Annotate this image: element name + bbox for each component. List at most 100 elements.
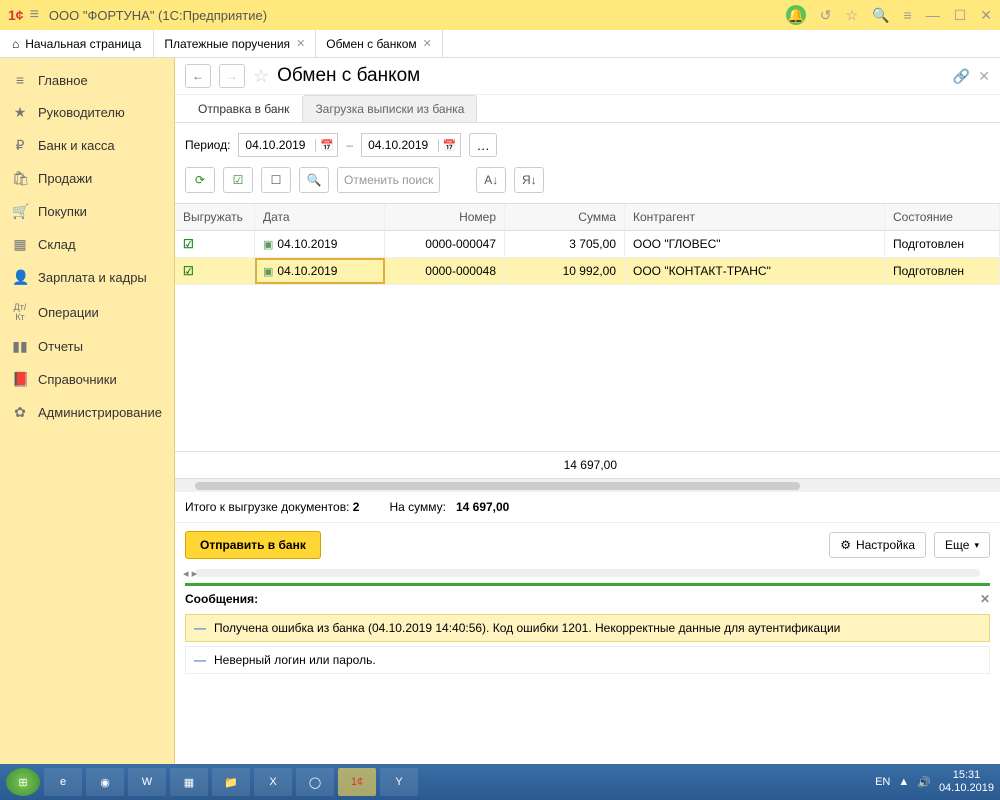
taskbar-ie-icon[interactable]: e [44, 768, 82, 796]
send-to-bank-button[interactable]: Отправить в банк [185, 531, 321, 559]
favorite-icon[interactable]: ☆ [846, 7, 859, 24]
table-row[interactable]: ☑ ▣04.10.2019 0000-000047 3 705,00 ООО "… [175, 231, 1000, 258]
cell-date: 04.10.2019 [277, 264, 337, 278]
sidebar-item-main[interactable]: ≡Главное [0, 64, 174, 96]
taskbar-chrome-icon[interactable]: ◉ [86, 768, 124, 796]
table-row[interactable]: ☑ ▣04.10.2019 0000-000048 10 992,00 ООО … [175, 258, 1000, 285]
sidebar-item-label: Операции [38, 305, 99, 320]
clock-time: 15:31 [939, 769, 994, 782]
sidebar-item-bank[interactable]: ₽Банк и касса [0, 129, 174, 162]
taskbar-app-icon[interactable]: ▦ [170, 768, 208, 796]
taskbar-word-icon[interactable]: W [128, 768, 166, 796]
taskbar-clock[interactable]: 15:31 04.10.2019 [939, 769, 994, 795]
minimize-icon[interactable]: — [926, 7, 940, 23]
menu-icon[interactable]: ≡ [30, 6, 39, 24]
tab-close-icon[interactable]: ✕ [423, 37, 432, 50]
tab-label: Платежные поручения [164, 37, 290, 51]
taskbar-1c-icon[interactable]: 1¢ [338, 768, 376, 796]
more-button[interactable]: Еще ▾ [934, 532, 990, 558]
cell-number: 0000-000048 [385, 258, 505, 284]
language-indicator[interactable]: EN [875, 776, 890, 788]
subtab-load-statement[interactable]: Загрузка выписки из банка [302, 95, 477, 122]
cancel-search-button[interactable]: Отменить поиск [337, 167, 440, 193]
tab-bank-exchange[interactable]: Обмен с банком ✕ [316, 30, 443, 57]
taskbar-yandex-icon[interactable]: Y [380, 768, 418, 796]
collapse-icon[interactable]: ◂ ▸ [183, 567, 197, 580]
taskbar-excel-icon[interactable]: X [254, 768, 292, 796]
tab-payment-orders[interactable]: Платежные поручения ✕ [154, 30, 316, 57]
windows-taskbar: ⊞ e ◉ W ▦ 📁 X ◯ 1¢ Y EN ▲ 🔊 15:31 04.10.… [0, 764, 1000, 800]
date-to-input[interactable]: 📅 [361, 133, 461, 157]
date-to-field[interactable] [362, 138, 438, 152]
message-item[interactable]: — Неверный логин или пароль. [185, 646, 990, 674]
ruble-icon: ₽ [12, 137, 28, 154]
col-number[interactable]: Номер [385, 204, 505, 230]
refresh-button[interactable]: ⟳ [185, 167, 215, 193]
date-from-input[interactable]: 📅 [238, 133, 338, 157]
sort-az-button[interactable]: A↓ [476, 167, 506, 193]
sidebar-item-reports[interactable]: ▮▮Отчеты [0, 330, 174, 363]
sidebar-item-purchases[interactable]: 🛒Покупки [0, 195, 174, 228]
sidebar-item-sales[interactable]: 🛍Продажи [0, 162, 174, 195]
history-icon[interactable]: ↺ [820, 7, 832, 24]
nav-forward-button[interactable]: → [219, 64, 245, 88]
sidebar-item-operations[interactable]: Дт/КтОперации [0, 294, 174, 330]
calendar-icon[interactable]: 📅 [438, 139, 460, 152]
sidebar-item-directories[interactable]: 📕Справочники [0, 363, 174, 396]
taskbar-app-icon[interactable]: ◯ [296, 768, 334, 796]
date-from-field[interactable] [239, 138, 315, 152]
checkbox-checked-icon[interactable]: ☑ [183, 264, 194, 278]
period-picker-button[interactable]: … [469, 133, 497, 157]
maximize-icon[interactable]: ☐ [954, 7, 967, 24]
message-item[interactable]: — Получена ошибка из банка (04.10.2019 1… [185, 614, 990, 642]
notification-icon[interactable]: 🔔 [786, 5, 806, 25]
sidebar-item-manager[interactable]: ★Руководителю [0, 96, 174, 129]
start-button[interactable]: ⊞ [6, 768, 40, 796]
tab-close-icon[interactable]: ✕ [296, 37, 305, 50]
cell-sum: 3 705,00 [505, 231, 625, 257]
col-export[interactable]: Выгружать [175, 204, 255, 230]
grid-body: ☑ ▣04.10.2019 0000-000047 3 705,00 ООО "… [175, 231, 1000, 451]
nav-back-button[interactable]: ← [185, 64, 211, 88]
filter-icon[interactable]: ≡ [904, 7, 912, 23]
home-tab[interactable]: ⌂ Начальная страница [0, 30, 154, 57]
check-all-button[interactable]: ☑ [223, 167, 253, 193]
cell-contractor: ООО "КОНТАКТ-ТРАНС" [625, 258, 885, 284]
find-button[interactable]: 🔍 [299, 167, 329, 193]
col-date[interactable]: Дата [255, 204, 385, 230]
splitter[interactable]: ◂ ▸ [175, 567, 1000, 579]
gear-icon: ⚙ [840, 538, 851, 552]
messages-close-icon[interactable]: ✕ [980, 592, 990, 606]
tab-label: Обмен с банком [326, 37, 416, 51]
navigation-sidebar: ≡Главное ★Руководителю ₽Банк и касса 🛍Пр… [0, 58, 175, 764]
col-sum[interactable]: Сумма [505, 204, 625, 230]
tray-icon[interactable]: ▲ [898, 776, 909, 788]
sidebar-item-label: Склад [38, 237, 76, 252]
volume-icon[interactable]: 🔊 [917, 776, 931, 789]
favorite-star-icon[interactable]: ☆ [253, 66, 269, 87]
calendar-icon[interactable]: 📅 [315, 139, 337, 152]
checkbox-checked-icon[interactable]: ☑ [183, 237, 194, 251]
documents-grid: Выгружать Дата Номер Сумма Контрагент Со… [175, 203, 1000, 492]
sort-za-button[interactable]: Я↓ [514, 167, 544, 193]
check-icon: ☑ [233, 173, 244, 187]
close-icon[interactable]: ✕ [980, 7, 992, 24]
taskbar-explorer-icon[interactable]: 📁 [212, 768, 250, 796]
col-state[interactable]: Состояние [885, 204, 1000, 230]
sidebar-item-warehouse[interactable]: ▦Склад [0, 228, 174, 261]
summary-sum-value: 14 697,00 [456, 500, 509, 514]
horizontal-scrollbar[interactable] [175, 478, 1000, 492]
link-icon[interactable]: 🔗 [953, 68, 970, 85]
settings-button[interactable]: ⚙Настройка [829, 532, 926, 558]
book-icon: 📕 [12, 371, 28, 388]
sidebar-item-admin[interactable]: ✿Администрирование [0, 396, 174, 429]
page-close-icon[interactable]: ✕ [978, 68, 990, 85]
col-contractor[interactable]: Контрагент [625, 204, 885, 230]
sidebar-item-payroll[interactable]: 👤Зарплата и кадры [0, 261, 174, 294]
chart-icon: ▮▮ [12, 338, 28, 355]
uncheck-all-button[interactable]: ☐ [261, 167, 291, 193]
grid-total-sum: 14 697,00 [505, 452, 625, 478]
subtab-send-to-bank[interactable]: Отправка в банк [185, 95, 302, 122]
search-icon[interactable]: 🔍 [872, 7, 889, 24]
system-tray[interactable]: EN ▲ 🔊 15:31 04.10.2019 [875, 769, 994, 795]
